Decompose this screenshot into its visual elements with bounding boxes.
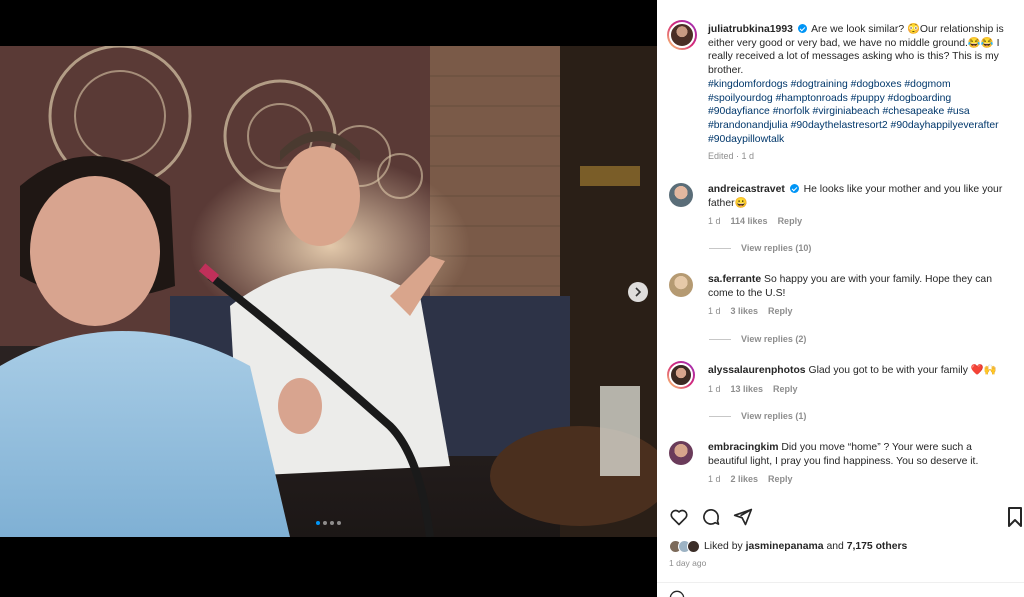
comment-text: Glad you got to be with your family ❤️🙌 [808,365,997,376]
author-avatar[interactable] [667,20,697,50]
liked-by-others[interactable]: 7,175 others [847,541,908,552]
commenter-avatar[interactable] [669,183,693,207]
verified-icon [797,24,807,33]
liked-by-and: and [826,541,844,552]
commenter-avatar[interactable] [669,441,693,465]
view-replies-button[interactable]: View replies (1) [709,411,806,421]
carousel-dot [330,521,334,525]
view-replies-label: View replies (1) [741,411,807,421]
post-action-bar [669,507,753,527]
verified-icon [789,184,799,193]
heart-icon[interactable] [669,507,689,527]
commenter-avatar[interactable] [667,361,695,389]
post-photo[interactable] [0,46,657,537]
comment-item: alyssalaurenphotos Glad you got to be wi… [708,364,1008,396]
comment-username[interactable]: sa.ferrante [708,274,761,285]
post-caption: juliatrubkina1993 Are we look similar? 😳… [708,23,1013,164]
divider-line [709,247,731,249]
chevron-right-icon [635,287,642,297]
bookmark-icon[interactable] [1008,507,1022,527]
comment-likes[interactable]: 114 likes [731,215,768,229]
caption-hashtags[interactable]: #kingdomfordogs #dogtraining #dogboxes #… [708,78,1013,147]
comment-age: 1 d [708,216,721,227]
reply-button[interactable]: Reply [768,305,793,319]
edited-label: Edited · 1 d [708,151,755,162]
reply-button[interactable]: Reply [778,215,803,229]
view-replies-label: View replies (10) [741,243,812,253]
view-replies-label: View replies (2) [741,334,807,344]
comments-panel: juliatrubkina1993 Are we look similar? 😳… [657,0,1024,597]
comment-age: 1 d [708,306,721,317]
photo-pane [0,0,657,597]
comment-age: 1 d [708,474,721,485]
divider [657,582,1024,583]
liked-by-user[interactable]: jasminepanama [746,541,824,552]
carousel-dot [323,521,327,525]
next-photo-button[interactable] [628,282,648,302]
comment-age: 1 d [708,383,721,394]
view-replies-button[interactable]: View replies (2) [709,334,806,344]
comment-icon[interactable] [701,507,721,527]
comment-username[interactable]: embracingkim [708,442,778,453]
liker-avatar [687,540,700,553]
comment-likes[interactable]: 2 likes [731,473,759,487]
author-username[interactable]: juliatrubkina1993 [708,24,793,35]
post-timestamp: 1 day ago [669,558,707,568]
comment-item: sa.ferrante So happy you are with your f… [708,273,1008,319]
comment-username[interactable]: alyssalaurenphotos [708,365,806,376]
reply-button[interactable]: Reply [773,383,798,397]
comment-username[interactable]: andreicastravet [708,184,785,195]
carousel-indicator [316,521,341,525]
divider-line [709,338,731,340]
emoji-icon[interactable] [669,590,685,597]
comment-likes[interactable]: 13 likes [731,383,764,397]
comment-item: embracingkim Did you move “home” ? Your … [708,441,1008,487]
comment-item: andreicastravet He looks like your mothe… [708,183,1008,229]
carousel-dot [316,521,320,525]
instagram-post-viewer: juliatrubkina1993 Are we look similar? 😳… [0,0,1024,597]
likes-summary: Liked by jasminepanama and 7,175 others [669,540,907,553]
liked-by-prefix: Liked by [704,541,743,552]
carousel-dot [337,521,341,525]
divider-line [709,415,731,417]
photo-illustration [0,46,657,537]
commenter-avatar[interactable] [669,273,693,297]
reply-button[interactable]: Reply [768,473,793,487]
view-replies-button[interactable]: View replies (10) [709,243,811,253]
comment-likes[interactable]: 3 likes [731,305,759,319]
share-icon[interactable] [733,507,753,527]
